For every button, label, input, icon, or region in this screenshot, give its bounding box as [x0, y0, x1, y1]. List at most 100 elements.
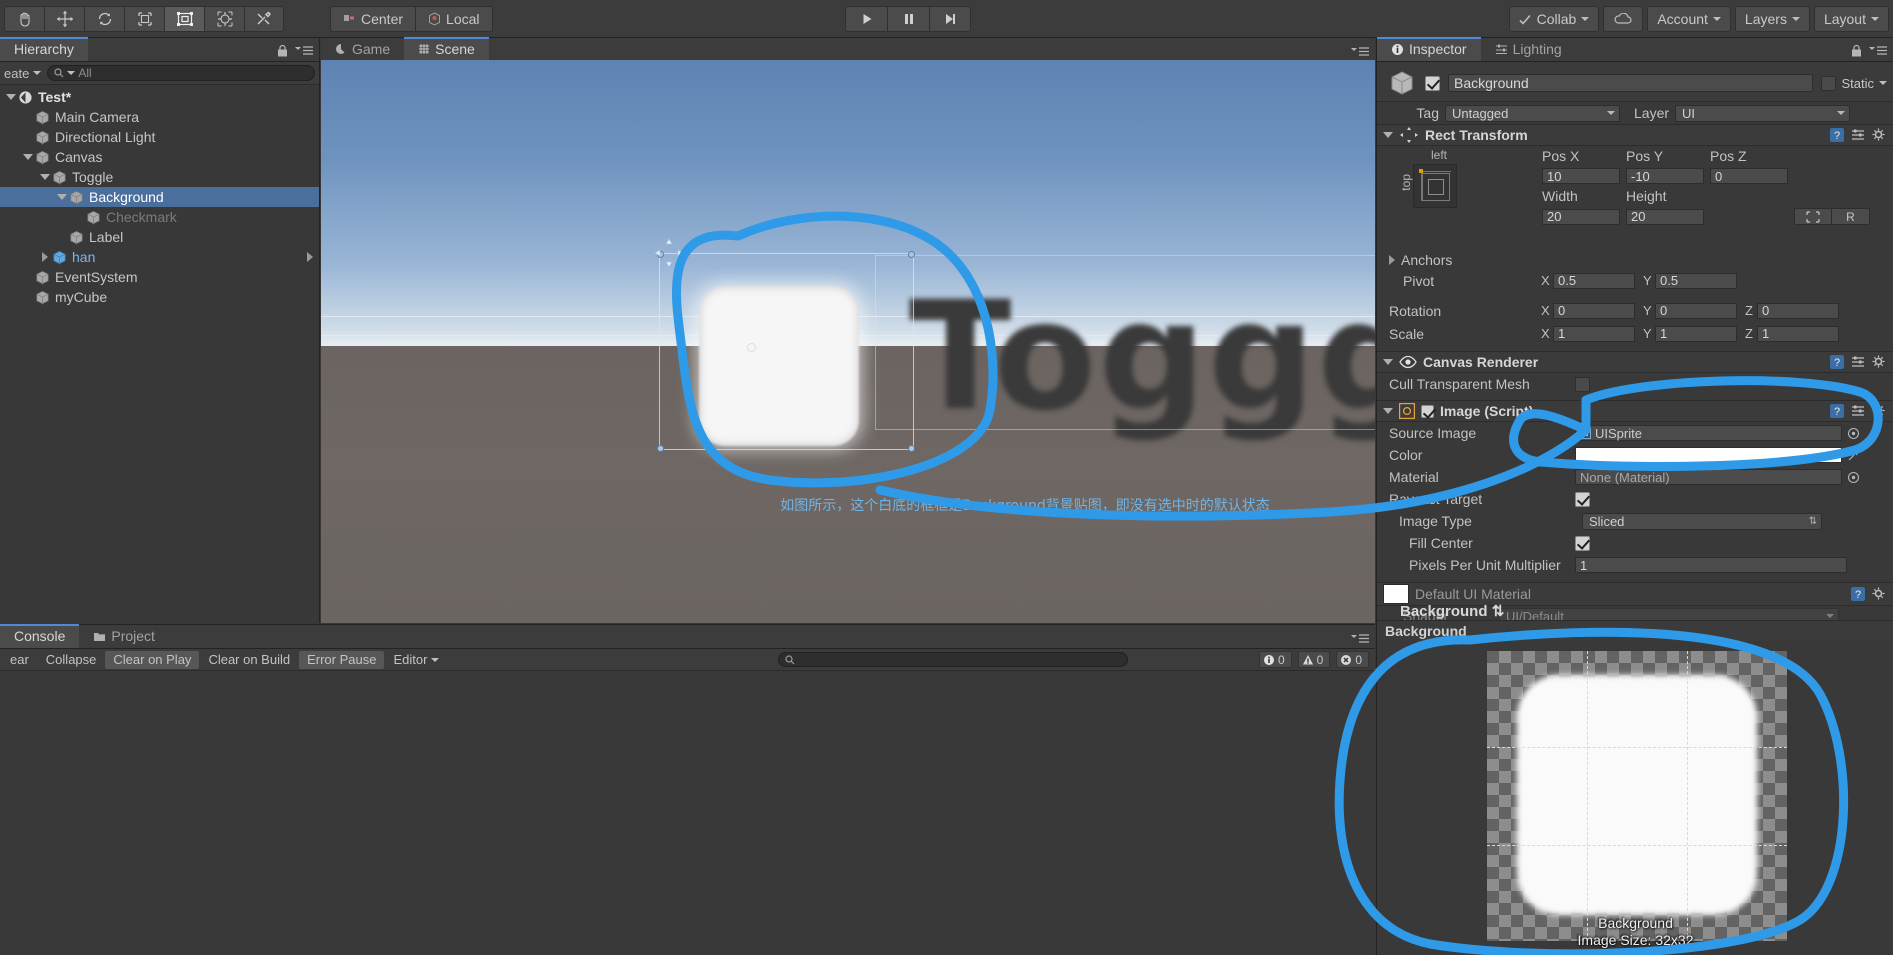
anchors-foldout-row[interactable]: Anchors: [1377, 250, 1893, 270]
hierarchy-item-canvas[interactable]: Canvas: [0, 147, 319, 167]
cloud-button[interactable]: [1603, 6, 1644, 32]
material-field[interactable]: None (Material): [1575, 469, 1842, 485]
warning-count-chip[interactable]: 0: [1297, 651, 1331, 668]
layer-dropdown[interactable]: UI: [1675, 104, 1851, 122]
console-search-input[interactable]: [778, 652, 1129, 667]
transform-tool-button[interactable]: [204, 5, 244, 32]
foldout-arrow-icon[interactable]: [4, 94, 18, 100]
hierarchy-item-test-[interactable]: Test*: [0, 87, 319, 107]
hierarchy-item-main-camera[interactable]: Main Camera: [0, 107, 319, 127]
tab-lighting[interactable]: Lighting: [1481, 37, 1576, 61]
console-button-ear[interactable]: ear: [2, 651, 37, 669]
scale-y-input[interactable]: 1: [1655, 325, 1737, 342]
color-swatch[interactable]: [1575, 447, 1842, 463]
scale-z-input[interactable]: 1: [1757, 325, 1839, 342]
move-tool-button[interactable]: [44, 5, 84, 32]
gear-icon[interactable]: [1872, 404, 1887, 418]
hierarchy-item-directional-light[interactable]: Directional Light: [0, 127, 319, 147]
rect-handle-tr[interactable]: [908, 251, 915, 258]
height-input[interactable]: 20: [1626, 208, 1704, 225]
tab-game[interactable]: Game: [321, 37, 404, 61]
pos-y-input[interactable]: -10: [1626, 168, 1704, 184]
tab-inspector[interactable]: Inspector: [1377, 37, 1481, 61]
custom-tool-button[interactable]: [244, 5, 284, 32]
collab-button[interactable]: Collab: [1508, 6, 1600, 32]
console-log-list[interactable]: [0, 671, 1375, 955]
cull-checkbox[interactable]: [1575, 376, 1590, 392]
hierarchy-item-han[interactable]: han: [0, 247, 319, 267]
object-name-input[interactable]: Background: [1448, 74, 1814, 92]
hierarchy-item-mycube[interactable]: myCube: [0, 287, 319, 307]
hierarchy-item-toggle[interactable]: Toggle: [0, 167, 319, 187]
log-count-chip[interactable]: 0: [1258, 651, 1292, 668]
gear-icon[interactable]: [1872, 587, 1887, 601]
blueprint-mode-button[interactable]: [1794, 208, 1832, 225]
tab-project[interactable]: Project: [79, 624, 169, 648]
rect-handle-bl[interactable]: [657, 445, 664, 452]
hierarchy-item-checkmark[interactable]: Checkmark: [0, 207, 319, 227]
rect-transform-header[interactable]: Rect Transform ?: [1377, 124, 1893, 146]
step-button[interactable]: [929, 6, 971, 32]
hierarchy-item-eventsystem[interactable]: EventSystem: [0, 267, 319, 287]
pos-z-input[interactable]: 0: [1710, 168, 1788, 184]
help-icon[interactable]: ?: [1830, 404, 1844, 418]
foldout-arrow-icon[interactable]: [1383, 132, 1393, 138]
pivot-mode-button[interactable]: Center: [330, 5, 416, 32]
hierarchy-item-background[interactable]: Background: [0, 187, 319, 207]
error-count-chip[interactable]: 0: [1336, 651, 1369, 668]
foldout-arrow-icon[interactable]: [21, 154, 35, 160]
layers-button[interactable]: Layers: [1734, 6, 1810, 32]
tab-scene[interactable]: Scene: [404, 37, 489, 61]
hand-tool-button[interactable]: [4, 5, 44, 32]
static-checkbox[interactable]: [1821, 75, 1837, 91]
pivot-x-input[interactable]: 0.5: [1553, 272, 1635, 289]
preset-icon[interactable]: [1851, 404, 1865, 418]
console-button-collapse[interactable]: Collapse: [38, 651, 105, 669]
foldout-arrow-icon[interactable]: [38, 252, 52, 262]
lock-icon[interactable]: [277, 44, 288, 57]
rect-handle-br[interactable]: [908, 445, 915, 452]
raycast-checkbox[interactable]: [1575, 491, 1590, 507]
rot-y-input[interactable]: 0: [1655, 302, 1737, 319]
panel-menu-icon[interactable]: [1869, 45, 1887, 56]
help-icon[interactable]: ?: [1851, 587, 1865, 601]
static-toggle[interactable]: Static: [1821, 75, 1887, 91]
foldout-arrow-icon[interactable]: [1389, 255, 1395, 265]
foldout-arrow-icon[interactable]: [55, 194, 69, 200]
object-picker-icon[interactable]: [1847, 427, 1860, 440]
fill-center-checkbox[interactable]: [1575, 535, 1590, 551]
space-mode-button[interactable]: Local: [415, 5, 493, 32]
gear-icon[interactable]: [1872, 128, 1887, 142]
tab-hierarchy[interactable]: Hierarchy: [0, 37, 88, 61]
raw-edit-button[interactable]: R: [1832, 208, 1870, 225]
gear-icon[interactable]: [1872, 355, 1887, 369]
pause-button[interactable]: [887, 6, 929, 32]
tab-console[interactable]: Console: [0, 624, 80, 648]
hierarchy-item-label[interactable]: Label: [0, 227, 319, 247]
foldout-arrow-icon[interactable]: [1383, 408, 1393, 414]
rect-tool-button[interactable]: [164, 5, 204, 32]
scale-tool-button[interactable]: [124, 5, 164, 32]
ppu-input[interactable]: 1: [1575, 557, 1847, 573]
preset-icon[interactable]: [1851, 128, 1865, 142]
console-button-error-pause[interactable]: Error Pause: [299, 650, 385, 669]
create-button[interactable]: eate: [4, 66, 42, 81]
preview-checkerboard[interactable]: [1487, 651, 1787, 941]
rot-x-input[interactable]: 0: [1553, 302, 1635, 319]
image-type-dropdown[interactable]: Sliced ⇅: [1582, 512, 1822, 530]
tag-dropdown[interactable]: Untagged: [1445, 104, 1620, 122]
console-button-clear-on-build[interactable]: Clear on Build: [200, 651, 298, 669]
canvas-renderer-header[interactable]: Canvas Renderer ?: [1377, 351, 1893, 373]
account-button[interactable]: Account: [1647, 6, 1731, 32]
console-button-clear-on-play[interactable]: Clear on Play: [105, 650, 200, 669]
play-button[interactable]: [845, 6, 887, 32]
pos-x-input[interactable]: 10: [1542, 168, 1620, 184]
help-icon[interactable]: ?: [1830, 128, 1844, 142]
console-button-editor[interactable]: Editor: [385, 651, 447, 669]
preset-icon[interactable]: [1851, 355, 1865, 369]
pivot-y-input[interactable]: 0.5: [1655, 272, 1737, 289]
layout-button[interactable]: Layout: [1813, 6, 1889, 32]
scene-canvas[interactable]: Toggg 如图所示，这个白底的框框是Background背景贴图，即没有选中时…: [321, 60, 1375, 623]
foldout-arrow-icon[interactable]: [1383, 359, 1393, 365]
source-image-field[interactable]: UISprite: [1575, 425, 1842, 441]
